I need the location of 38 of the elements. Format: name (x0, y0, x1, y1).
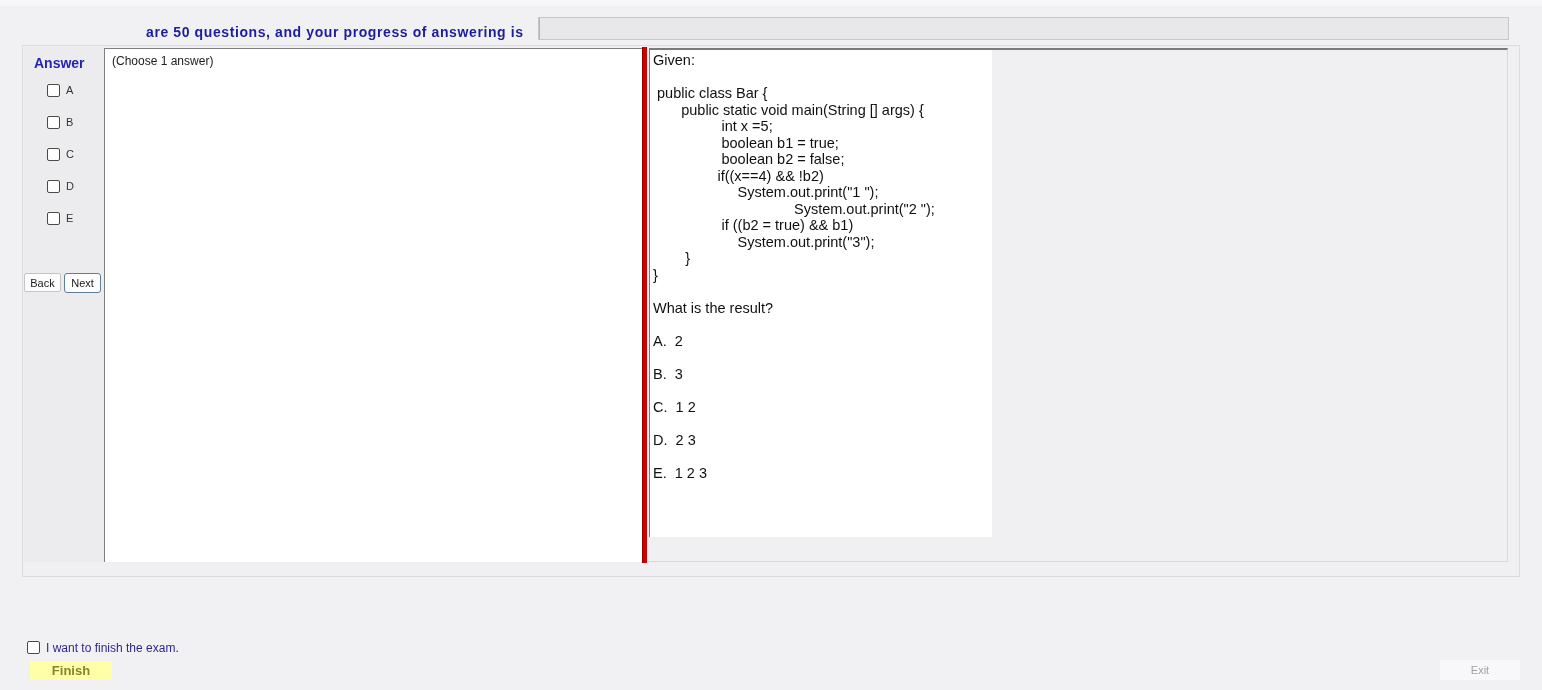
code-line: System.out.print("1 "); (736, 184, 880, 201)
back-button[interactable]: Back (24, 273, 61, 292)
progress-caption: are 50 questions, and your progress of answering is (146, 24, 524, 40)
answer-heading: Answer (34, 55, 85, 71)
code-line: } (653, 266, 659, 283)
option-label: D (66, 179, 74, 193)
choice-text: A. 2 (653, 332, 684, 349)
code-line: boolean b1 = true; (720, 134, 840, 151)
option-label: A (66, 83, 74, 97)
code-line: } (684, 250, 692, 267)
code-line: public static void main(String [] args) { (680, 101, 925, 118)
code-line: public class Bar { (656, 85, 769, 102)
choice-text: B. 3 (653, 365, 684, 382)
code-line: System.out.print("3"); (736, 233, 876, 250)
code-line: if((x==4) && !b2) (716, 167, 825, 184)
option-label: E (66, 211, 74, 225)
choice-text: C. 1 2 (653, 398, 697, 415)
confirm-label: I want to finish the exam. (46, 640, 179, 655)
option-label: C (66, 147, 74, 161)
choice-text: D. 2 3 (653, 431, 697, 448)
checkbox[interactable] (47, 211, 60, 225)
checkbox[interactable] (27, 641, 40, 654)
option-label: B (66, 115, 74, 129)
question-text: Given: (653, 52, 696, 69)
code-line: boolean b2 = false; (720, 151, 846, 168)
finish-button[interactable]: Finish (30, 661, 112, 680)
next-button[interactable]: Next (64, 273, 101, 293)
code-line: if ((b2 = true) && b1) (720, 217, 855, 234)
instruction-text: (Choose 1 answer) (112, 54, 215, 68)
choice-text: E. 1 2 3 (653, 464, 708, 481)
checkbox[interactable] (47, 83, 60, 97)
code-line: System.out.print("2 "); (793, 200, 936, 217)
checkbox[interactable] (47, 147, 60, 161)
code-line: int x =5; (720, 118, 774, 135)
checkbox[interactable] (47, 179, 60, 193)
splitter-handle[interactable] (642, 47, 647, 563)
question-text: What is the result? (653, 299, 775, 316)
checkbox[interactable] (47, 115, 60, 129)
